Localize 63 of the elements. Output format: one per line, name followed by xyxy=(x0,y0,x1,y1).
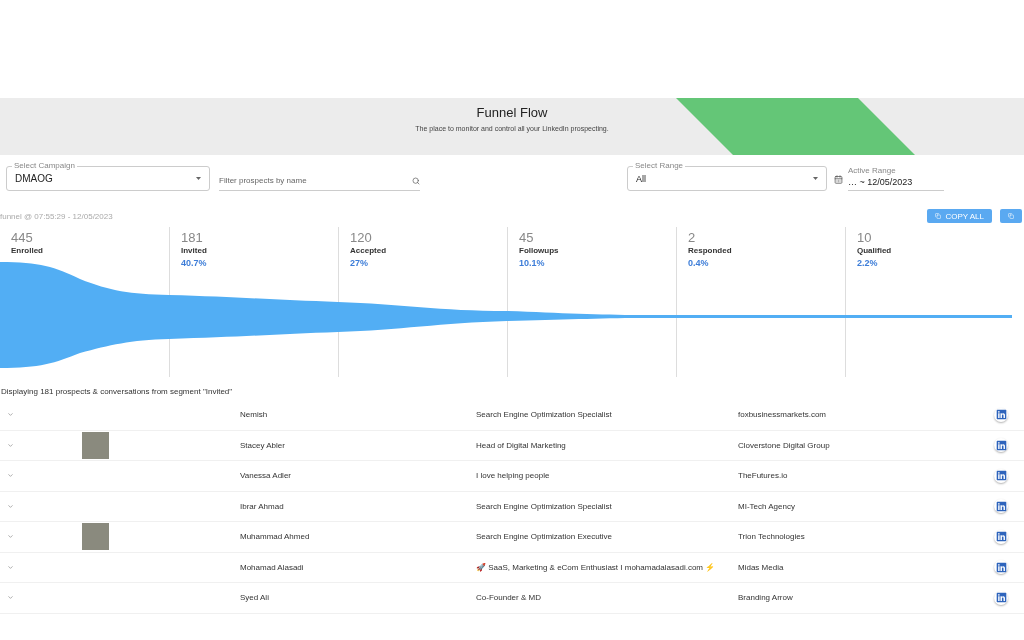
stage-label: Accepted xyxy=(350,246,386,255)
dropdown-caret-icon xyxy=(196,177,201,180)
linkedin-link[interactable] xyxy=(994,468,1008,483)
copy-icon xyxy=(1008,213,1014,219)
copy-icon xyxy=(935,213,942,219)
prospect-headline: Head of Digital Marketing xyxy=(476,440,567,450)
linkedin-link[interactable] xyxy=(994,590,1008,605)
stage-count: 445 xyxy=(11,230,33,245)
prospect-row[interactable]: Stacey Abler Head of Digital Marketing Cloverstone Digital Group xyxy=(0,430,1024,461)
linkedin-link[interactable] xyxy=(994,560,1008,575)
prospect-company: MI-Tech Agency xyxy=(738,501,796,511)
prospect-headline: Co-Founder & MD xyxy=(476,593,542,603)
prospect-company: TheFutures.io xyxy=(738,471,789,481)
prospect-name: Ibrar Ahmad xyxy=(240,501,285,511)
prospect-company: Cloverstone Digital Group xyxy=(738,440,831,450)
prospect-headline: Search Engine Optimization Specialist xyxy=(476,501,613,511)
stage-percent: 27% xyxy=(350,258,368,268)
prospect-row[interactable]: Nemish Search Engine Optimization Specialist foxbusinessmarkets.com xyxy=(0,400,1024,431)
prospect-headline: 🚀 SaaS, Marketing & eCom Enthusiast I mohamadalasadi.com ⚡ xyxy=(476,562,717,572)
linkedin-link[interactable] xyxy=(994,499,1008,514)
stage-label: Invited xyxy=(181,246,207,255)
active-range-field[interactable]: Active Range … ~ 12/05/2023 xyxy=(848,166,944,191)
prospect-row[interactable]: Vanessa Adler I love helping people TheFutures.io xyxy=(0,461,1024,492)
prospect-name: Muhammad Ahmed xyxy=(240,532,311,542)
prospect-headline: Search Engine Optimization Specialist xyxy=(476,410,613,420)
prospect-row[interactable]: Mohamad Alasadi 🚀 SaaS, Marketing & eCom Enthusiast I mohamadalasadi.com ⚡ Midas Media xyxy=(0,552,1024,583)
stage-percent: 2.2% xyxy=(857,258,878,268)
prospect-company: Midas Media xyxy=(738,562,785,572)
prospect-name: Stacey Abler xyxy=(240,440,286,450)
calendar-icon[interactable] xyxy=(834,175,843,184)
stage-label: Followups xyxy=(519,246,559,255)
stage-count: 181 xyxy=(181,230,203,245)
prospect-row[interactable]: Muhammad Ahmed Search Engine Optimization Executive Trion Technologies xyxy=(0,522,1024,553)
stage-count: 45 xyxy=(519,230,534,245)
prospect-company: Trion Technologies xyxy=(738,532,806,542)
funnel-timestamp: funnel @ 07:55:29 - 12/05/2023 xyxy=(0,211,113,221)
prospect-name: Syed Ali xyxy=(240,593,270,603)
stage-count: 2 xyxy=(688,230,696,245)
linkedin-link[interactable] xyxy=(994,438,1008,453)
prospect-name: Mohamad Alasadi xyxy=(240,562,305,572)
stage-label: Enrolled xyxy=(11,246,43,255)
search-field[interactable]: Filter prospects by name xyxy=(219,171,420,191)
stage-percent: 10.1% xyxy=(519,258,545,268)
page-title: Funnel Flow xyxy=(476,105,548,120)
linkedin-link[interactable] xyxy=(994,407,1008,422)
dropdown-caret-icon xyxy=(813,177,818,180)
prospect-row[interactable]: Syed Ali Co-Founder & MD Branding Arrow xyxy=(0,583,1024,614)
segment-caption: Displaying 181 prospects & conversations from segment "Invited" xyxy=(0,386,234,397)
stage-count: 10 xyxy=(857,230,872,245)
prospect-row[interactable]: Ibrar Ahmad Search Engine Optimization Specialist MI-Tech Agency xyxy=(0,491,1024,522)
stage-label: Responded xyxy=(688,246,732,255)
prospect-company: Branding Arrow xyxy=(738,593,794,603)
stage-percent: 40.7% xyxy=(181,258,207,268)
stage-label: Qualified xyxy=(857,246,892,255)
search-icon xyxy=(412,176,420,185)
linkedin-link[interactable] xyxy=(994,529,1008,544)
prospect-company: foxbusinessmarkets.com xyxy=(738,410,828,420)
stage-count: 120 xyxy=(350,230,372,245)
prospect-name: Vanessa Adler xyxy=(240,471,292,481)
stage-percent: 0.4% xyxy=(688,258,709,268)
prospect-headline: I love helping people xyxy=(476,471,551,481)
prospect-headline: Search Engine Optimization Executive xyxy=(476,532,614,542)
prospect-name: Nemish xyxy=(240,410,269,420)
